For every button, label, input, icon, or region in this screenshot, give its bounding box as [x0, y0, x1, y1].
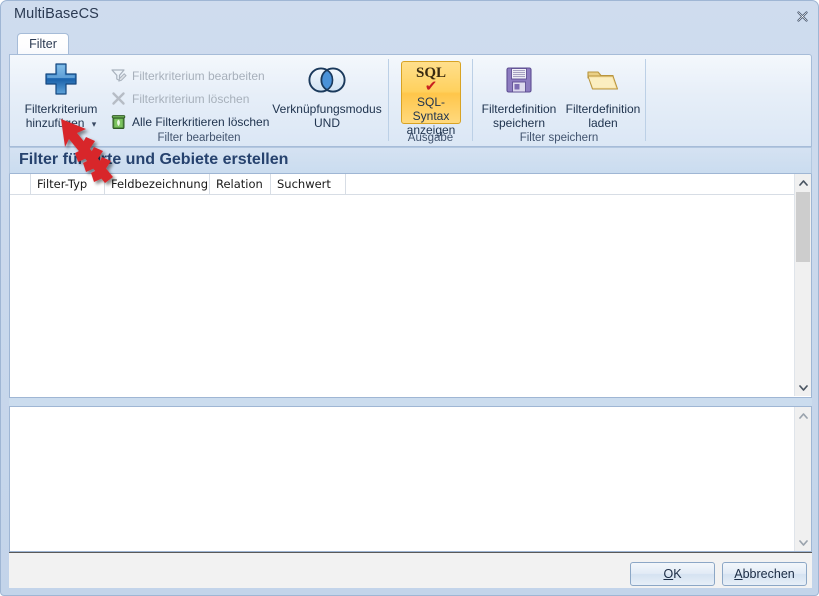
- add-filter-criterion-label-2: hinzufügen: [25, 116, 85, 130]
- ribbon-group-separator-3: [645, 59, 646, 141]
- ribbon-group-label-filter-speichern: Filter speichern: [519, 132, 599, 144]
- section-header: Filter für Orte und Gebiete erstellen: [9, 147, 812, 174]
- cancel-button-rest: bbrechen: [742, 567, 795, 581]
- show-sql-syntax-button[interactable]: SQL ✔ SQL-Syntax anzeigen: [401, 61, 461, 137]
- load-filter-definition-label-2: laden: [588, 116, 618, 130]
- delete-filter-criterion-label: Filterkriterium löschen: [132, 91, 250, 106]
- edit-filter-criterion-button[interactable]: Filterkriterium bearbeiten: [108, 65, 288, 86]
- ribbon-group-ausgabe: SQL ✔ SQL-Syntax anzeigen Ausgabe: [389, 55, 472, 146]
- scroll-up-icon[interactable]: [795, 174, 811, 191]
- edit-filter-criterion-label: Filterkriterium bearbeiten: [132, 68, 265, 83]
- application-window: MultiBaseCS Filter Filterkriterium hinzu…: [0, 0, 819, 596]
- filter-edit-icon: [110, 67, 127, 84]
- add-filter-criterion-label-1: Filterkriterium: [24, 102, 98, 116]
- save-filter-definition-label-2: speichern: [492, 116, 546, 130]
- link-mode-label-1: Verknüpfungsmodus: [272, 102, 382, 116]
- grid-header-row: Filter-Typ Feldbezeichnung Relation Such…: [10, 174, 796, 195]
- delete-all-filter-criteria-button[interactable]: Alle Filterkritieren löschen: [108, 111, 288, 132]
- preview-vertical-scrollbar[interactable]: [794, 407, 811, 551]
- grid-scrollbar-thumb[interactable]: [796, 192, 810, 262]
- ok-button-mnemonic: O: [663, 567, 674, 581]
- save-filter-definition-label-1: Filterdefinition: [481, 102, 557, 116]
- tab-filter[interactable]: Filter: [17, 33, 69, 56]
- scroll-down-icon[interactable]: [795, 379, 811, 396]
- load-filter-definition-button[interactable]: Filterdefinition laden: [561, 61, 645, 130]
- ribbon-tab-strip: Filter: [9, 31, 812, 56]
- open-folder-icon: [561, 61, 645, 100]
- ribbon-group-label-ausgabe: Ausgabe: [407, 132, 454, 144]
- link-mode-label-2: UND: [314, 116, 340, 130]
- window-title: MultiBaseCS: [14, 6, 99, 22]
- ribbon-group-filter-speichern: Filterdefinition speichern Filterdefinit…: [473, 55, 645, 146]
- grid-column-header-filter-typ[interactable]: Filter-Typ: [30, 174, 105, 194]
- grid-vertical-scrollbar[interactable]: [794, 174, 811, 396]
- check-mark-icon: ✔: [424, 78, 438, 95]
- dialog-footer: OK Abbrechen: [9, 552, 812, 588]
- delete-x-icon: [110, 90, 127, 107]
- panel-splitter[interactable]: [9, 398, 812, 406]
- save-filter-definition-button[interactable]: Filterdefinition speichern: [477, 61, 561, 130]
- ok-button[interactable]: OK: [630, 562, 715, 586]
- filter-criteria-grid[interactable]: Filter-Typ Feldbezeichnung Relation Such…: [9, 174, 812, 398]
- grid-column-header-suchwert[interactable]: Suchwert: [271, 174, 346, 194]
- preview-scroll-up-icon[interactable]: [795, 407, 811, 424]
- grid-column-header-feldbezeichnung[interactable]: Feldbezeichnung: [105, 174, 210, 194]
- show-sql-syntax-label-1: SQL-Syntax: [412, 95, 450, 123]
- preview-scroll-down-icon[interactable]: [795, 534, 811, 551]
- ok-button-rest: K: [673, 567, 682, 581]
- close-icon[interactable]: [792, 7, 812, 25]
- page-title: Filter für Orte und Gebiete erstellen: [19, 151, 289, 168]
- link-mode-button[interactable]: Verknüpfungsmodus UND: [268, 61, 386, 130]
- cancel-button-mnemonic: A: [734, 567, 743, 581]
- sql-preview-panel[interactable]: [9, 406, 812, 552]
- floppy-disk-icon: [477, 61, 561, 100]
- sql-check-icon: SQL ✔: [402, 66, 460, 95]
- delete-all-filter-criteria-label: Alle Filterkritieren löschen: [132, 114, 270, 129]
- cancel-button[interactable]: Abbrechen: [722, 562, 807, 586]
- ribbon-group-label-filter-bearbeiten: Filter bearbeiten: [157, 132, 241, 144]
- load-filter-definition-label-1: Filterdefinition: [565, 102, 641, 116]
- chevron-down-icon[interactable]: ▾: [92, 119, 97, 129]
- title-bar: MultiBaseCS: [1, 1, 819, 31]
- dialog-body: Filter für Orte und Gebiete erstellen Fi…: [9, 147, 812, 552]
- plus-icon: [15, 61, 107, 102]
- grid-column-header-relation[interactable]: Relation: [210, 174, 271, 194]
- delete-filter-criterion-button[interactable]: Filterkriterium löschen: [108, 88, 288, 109]
- add-filter-criterion-button[interactable]: Filterkriterium hinzufügen ▾: [15, 61, 107, 130]
- ribbon: Filterkriterium hinzufügen ▾ Filterkrite…: [9, 54, 812, 147]
- venn-circles-icon: [268, 61, 386, 100]
- ribbon-group-filter-bearbeiten: Filterkriterium hinzufügen ▾ Filterkrite…: [10, 55, 388, 146]
- trash-can-icon: [110, 113, 127, 130]
